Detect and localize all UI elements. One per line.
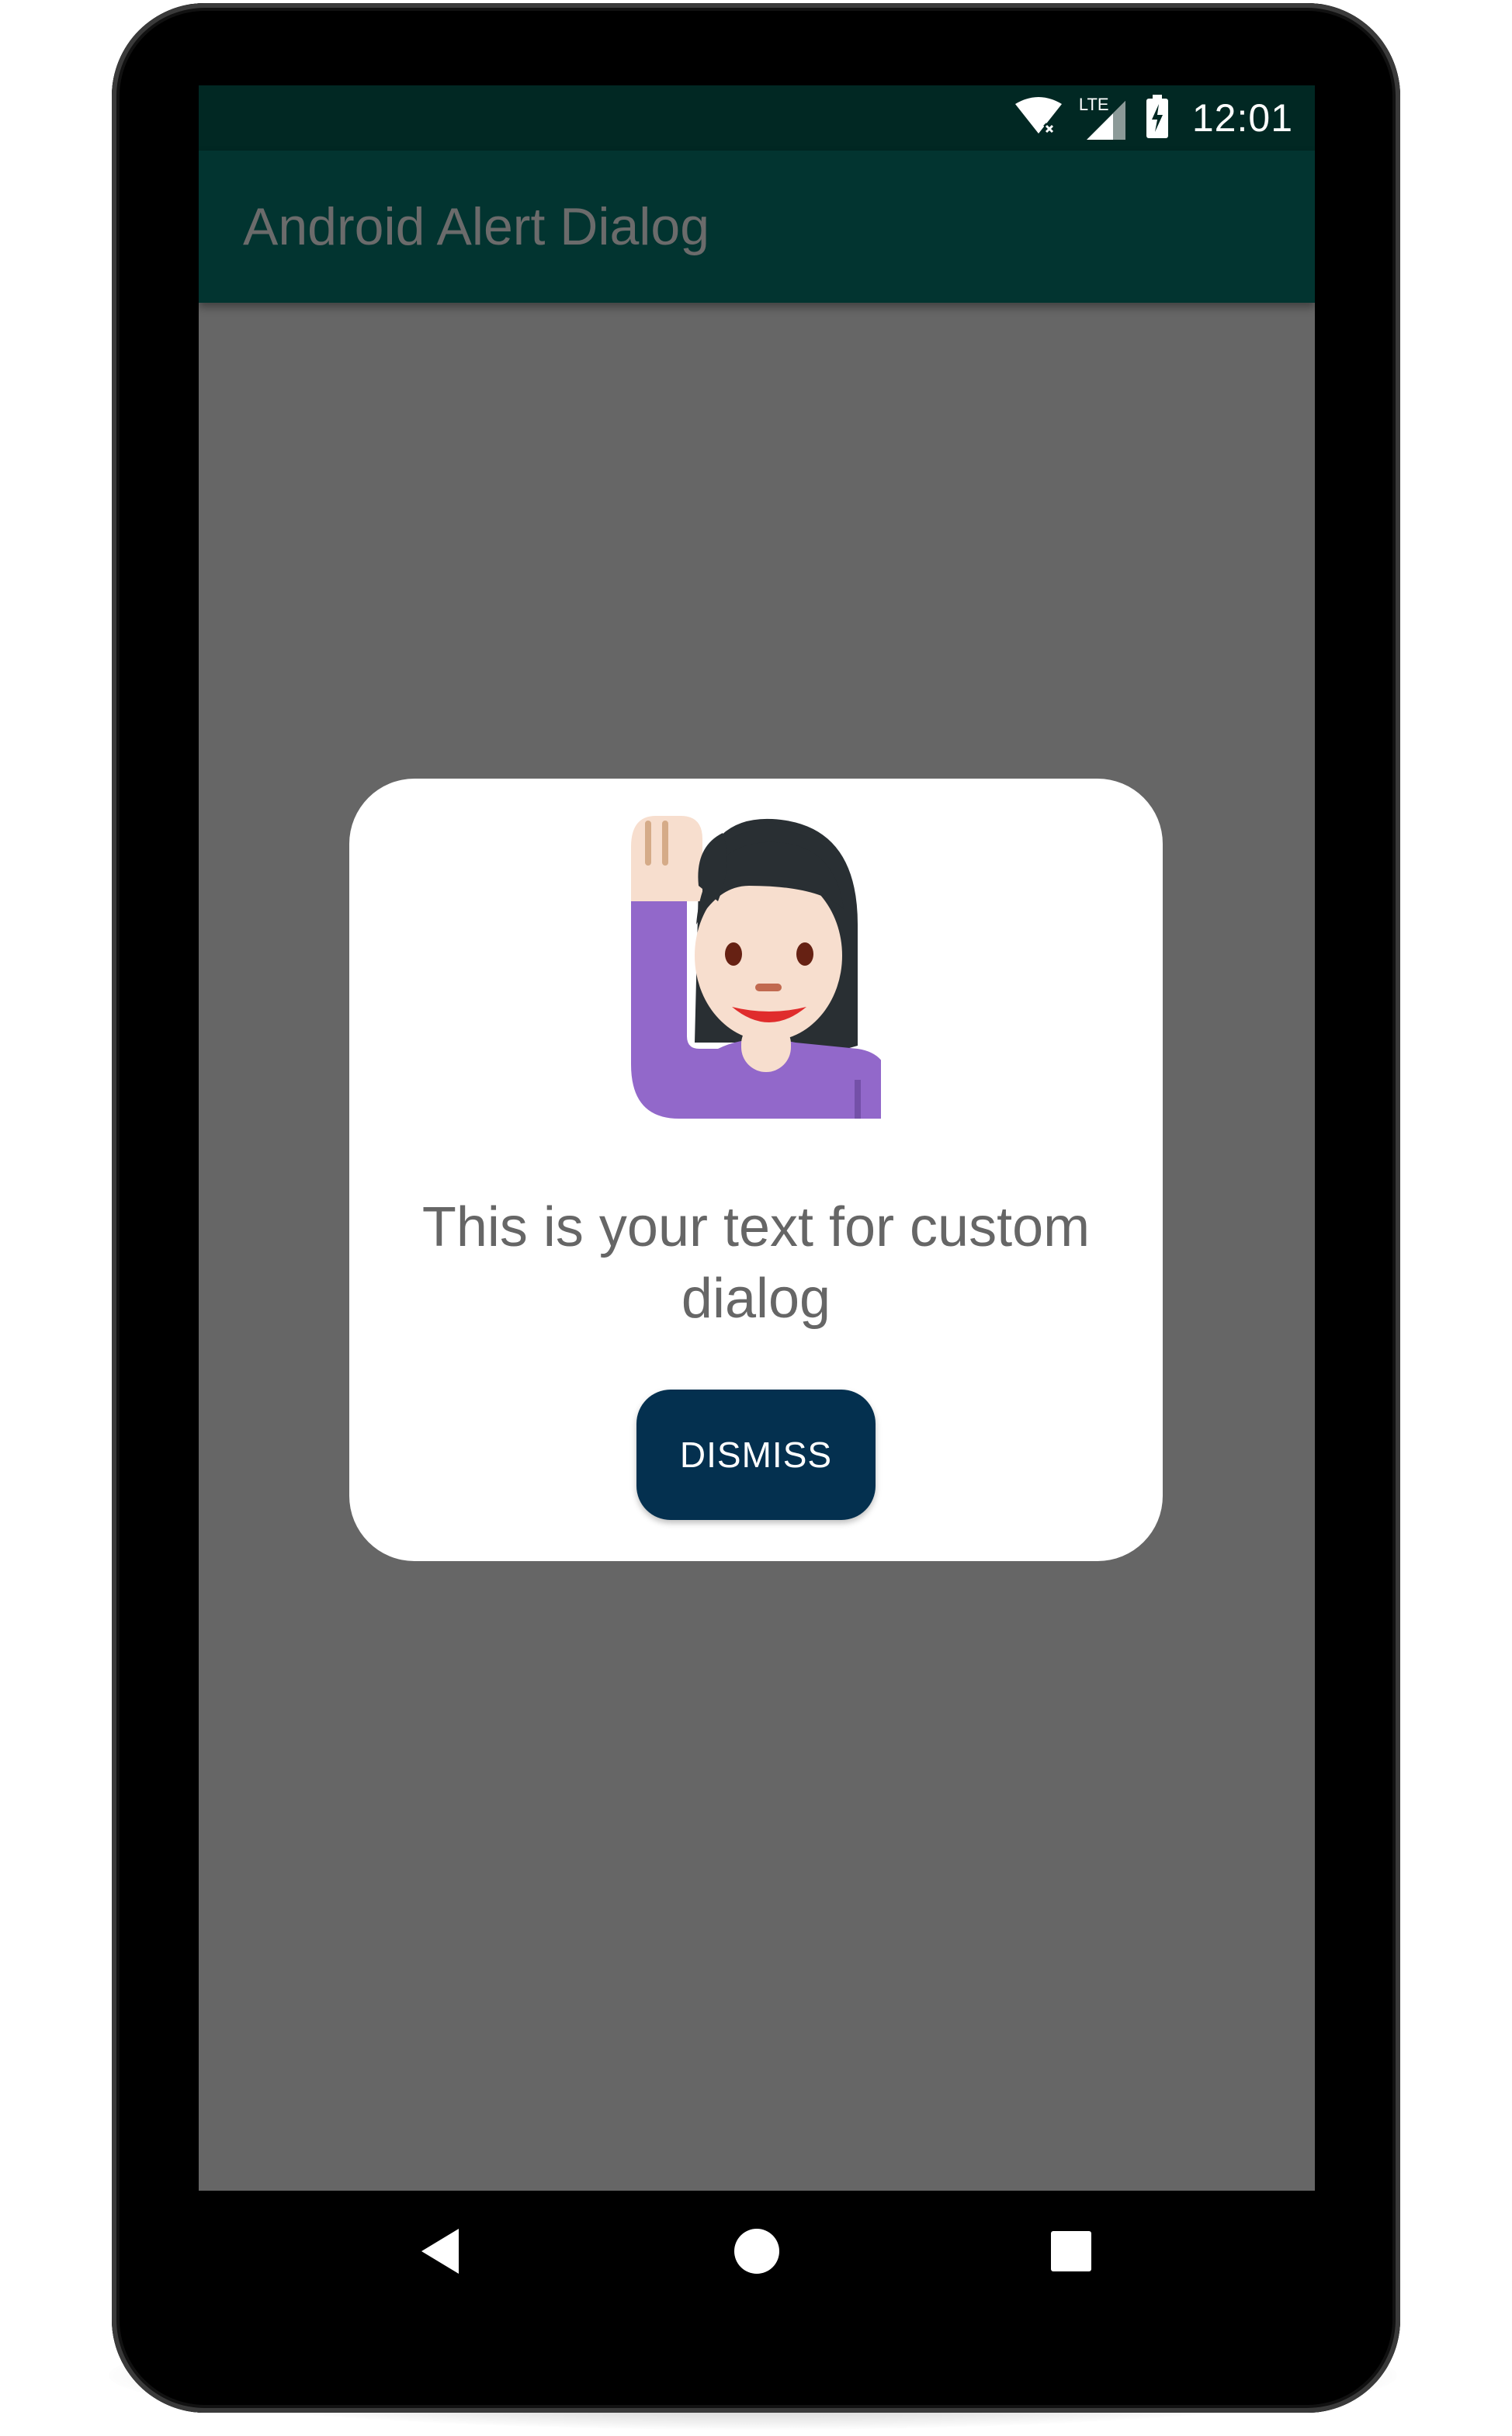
status-bar: LTE 12:01	[199, 85, 1315, 151]
home-button[interactable]	[710, 2191, 803, 2315]
recents-button[interactable]	[1025, 2191, 1118, 2315]
wifi-icon	[1014, 96, 1063, 141]
woman-raising-hand-icon	[625, 816, 889, 1119]
battery-charging-icon	[1144, 93, 1170, 144]
cell-signal-icon: LTE	[1079, 95, 1129, 141]
back-triangle-icon	[418, 2227, 462, 2279]
stage: LTE 12:01 Android Alert Dialog This is y…	[0, 0, 1512, 2436]
status-time: 12:01	[1191, 96, 1293, 140]
app-bar: Android Alert Dialog	[199, 151, 1315, 303]
home-circle-icon	[733, 2228, 780, 2278]
recents-square-icon	[1050, 2230, 1092, 2276]
app-title: Android Alert Dialog	[243, 197, 710, 256]
dialog-message: This is your text for custom dialog	[421, 1196, 1091, 1330]
status-icons: LTE 12:01	[1014, 85, 1293, 151]
back-button[interactable]	[394, 2191, 487, 2315]
custom-dialog: This is your text for custom dialog DISM…	[349, 779, 1163, 1561]
navigation-bar	[199, 2191, 1315, 2315]
dismiss-button[interactable]: DISMISS	[636, 1390, 876, 1520]
phone-screen: LTE 12:01 Android Alert Dialog This is y…	[199, 85, 1315, 2191]
